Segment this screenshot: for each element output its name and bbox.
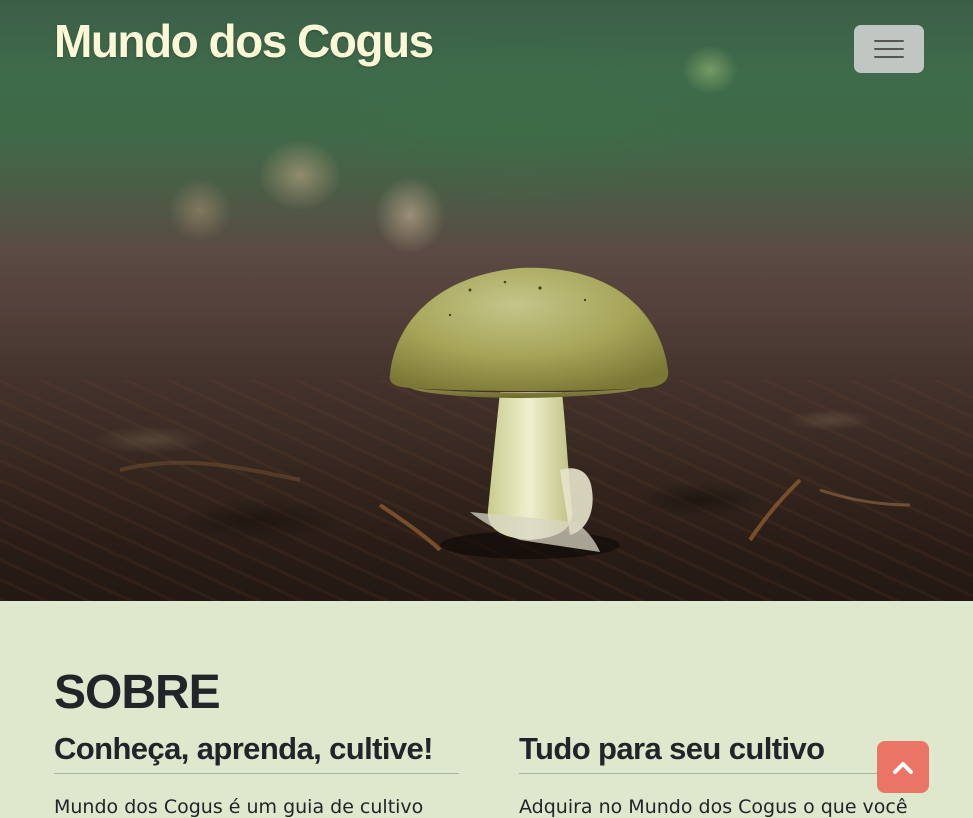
hero-banner: Mundo dos Cogus xyxy=(0,0,973,601)
hamburger-icon-line xyxy=(874,56,904,58)
about-column-learn: Conheça, aprenda, cultive! Mundo dos Cog… xyxy=(54,731,459,818)
menu-toggle-button[interactable] xyxy=(854,25,924,73)
mushroom-photo xyxy=(119,267,911,559)
hamburger-icon-line xyxy=(874,48,904,50)
column-text: Mundo dos Cogus é um guia de cultivo xyxy=(54,796,424,818)
column-title: Conheça, aprenda, cultive! xyxy=(54,731,459,774)
column-text: Adquira no Mundo dos Cogus o que você xyxy=(519,796,908,818)
back-to-top-button[interactable] xyxy=(877,741,929,793)
about-column-shop: Tudo para seu cultivo Adquira no Mundo d… xyxy=(519,731,924,818)
chevron-up-icon xyxy=(893,762,913,774)
site-brand[interactable]: Mundo dos Cogus xyxy=(54,14,434,68)
hamburger-icon xyxy=(874,40,904,42)
section-title: SOBRE xyxy=(54,666,221,719)
column-title: Tudo para seu cultivo xyxy=(519,731,924,774)
